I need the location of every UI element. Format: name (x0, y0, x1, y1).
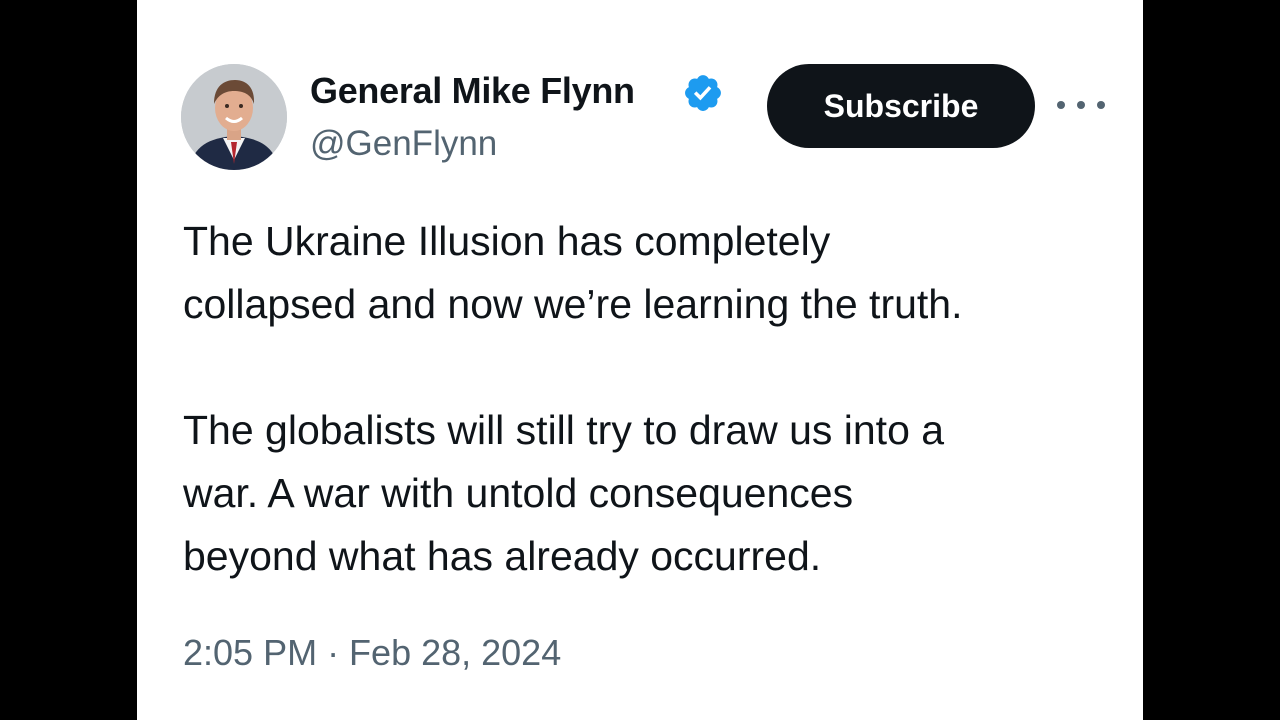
avatar[interactable] (181, 64, 287, 170)
verified-badge-icon (685, 75, 721, 111)
tweet-card: General Mike Flynn @GenFlynn Subscribe T… (137, 0, 1143, 720)
author-display-name[interactable]: General Mike Flynn (310, 70, 635, 112)
subscribe-button[interactable]: Subscribe (767, 64, 1035, 148)
avatar-image (181, 64, 287, 170)
author-handle[interactable]: @GenFlynn (310, 124, 497, 164)
tweet-paragraph: The globalists will still try to draw us… (183, 407, 945, 579)
more-dot (1057, 101, 1065, 109)
tweet-text: The Ukraine Illusion has completely coll… (183, 210, 1103, 588)
more-dot (1097, 101, 1105, 109)
tweet-timestamp[interactable]: 2:05 PM · Feb 28, 2024 (183, 632, 561, 674)
tweet-paragraph: The Ukraine Illusion has completely coll… (183, 218, 963, 327)
more-dot (1077, 101, 1085, 109)
more-horizontal-icon[interactable] (1057, 90, 1105, 120)
video-frame: General Mike Flynn @GenFlynn Subscribe T… (0, 0, 1280, 720)
